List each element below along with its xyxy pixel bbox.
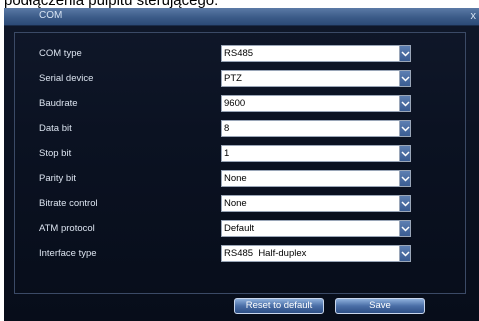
com-type-value: RS485: [224, 48, 254, 59]
data-bit-value: 8: [224, 123, 230, 134]
bitrate-control-label: Bitrate control: [39, 198, 98, 209]
parity-bit-select[interactable]: None: [221, 170, 411, 187]
atm-protocol-label: ATM protocol: [39, 223, 95, 234]
bitrate-control-value: None: [224, 198, 247, 209]
save-button[interactable]: Save: [335, 298, 425, 314]
chevron-down-icon[interactable]: [399, 70, 411, 87]
serial-device-select[interactable]: PTZ: [221, 70, 411, 87]
com-settings-dialog: COM x COM type RS485 Serial device PTZ B…: [4, 8, 479, 321]
chevron-down-icon[interactable]: [399, 45, 411, 62]
serial-device-value: PTZ: [224, 73, 242, 84]
settings-panel: COM type RS485 Serial device PTZ Baudrat…: [14, 32, 466, 294]
baudrate-label: Baudrate: [39, 98, 78, 109]
close-icon[interactable]: x: [471, 9, 477, 23]
data-bit-label: Data bit: [39, 123, 72, 134]
chevron-down-icon[interactable]: [399, 195, 411, 212]
chevron-down-icon[interactable]: [399, 220, 411, 237]
reset-to-default-button[interactable]: Reset to default: [234, 298, 324, 314]
bitrate-control-select[interactable]: None: [221, 195, 411, 212]
parity-bit-value: None: [224, 173, 247, 184]
com-type-label: COM type: [39, 48, 82, 59]
chevron-down-icon[interactable]: [399, 245, 411, 262]
chevron-down-icon[interactable]: [399, 170, 411, 187]
parity-bit-label: Parity bit: [39, 173, 76, 184]
interface-type-select[interactable]: RS485 Half-duplex: [221, 245, 411, 262]
atm-protocol-value: Default: [224, 223, 255, 234]
data-bit-select[interactable]: 8: [221, 120, 411, 137]
baudrate-select[interactable]: 9600: [221, 95, 411, 112]
stop-bit-label: Stop bit: [39, 148, 72, 159]
baudrate-value: 9600: [224, 98, 246, 109]
title-bar: COM x: [4, 8, 479, 26]
serial-device-label: Serial device: [39, 73, 94, 84]
interface-type-label: Interface type: [39, 248, 97, 259]
chevron-down-icon[interactable]: [399, 95, 411, 112]
stop-bit-select[interactable]: 1: [221, 145, 411, 162]
stop-bit-value: 1: [224, 148, 230, 159]
interface-type-value: RS485 Half-duplex: [224, 248, 307, 259]
chevron-down-icon[interactable]: [399, 145, 411, 162]
com-type-select[interactable]: RS485: [221, 45, 411, 62]
chevron-down-icon[interactable]: [399, 120, 411, 137]
dialog-title: COM: [39, 10, 63, 21]
atm-protocol-select[interactable]: Default: [221, 220, 411, 237]
